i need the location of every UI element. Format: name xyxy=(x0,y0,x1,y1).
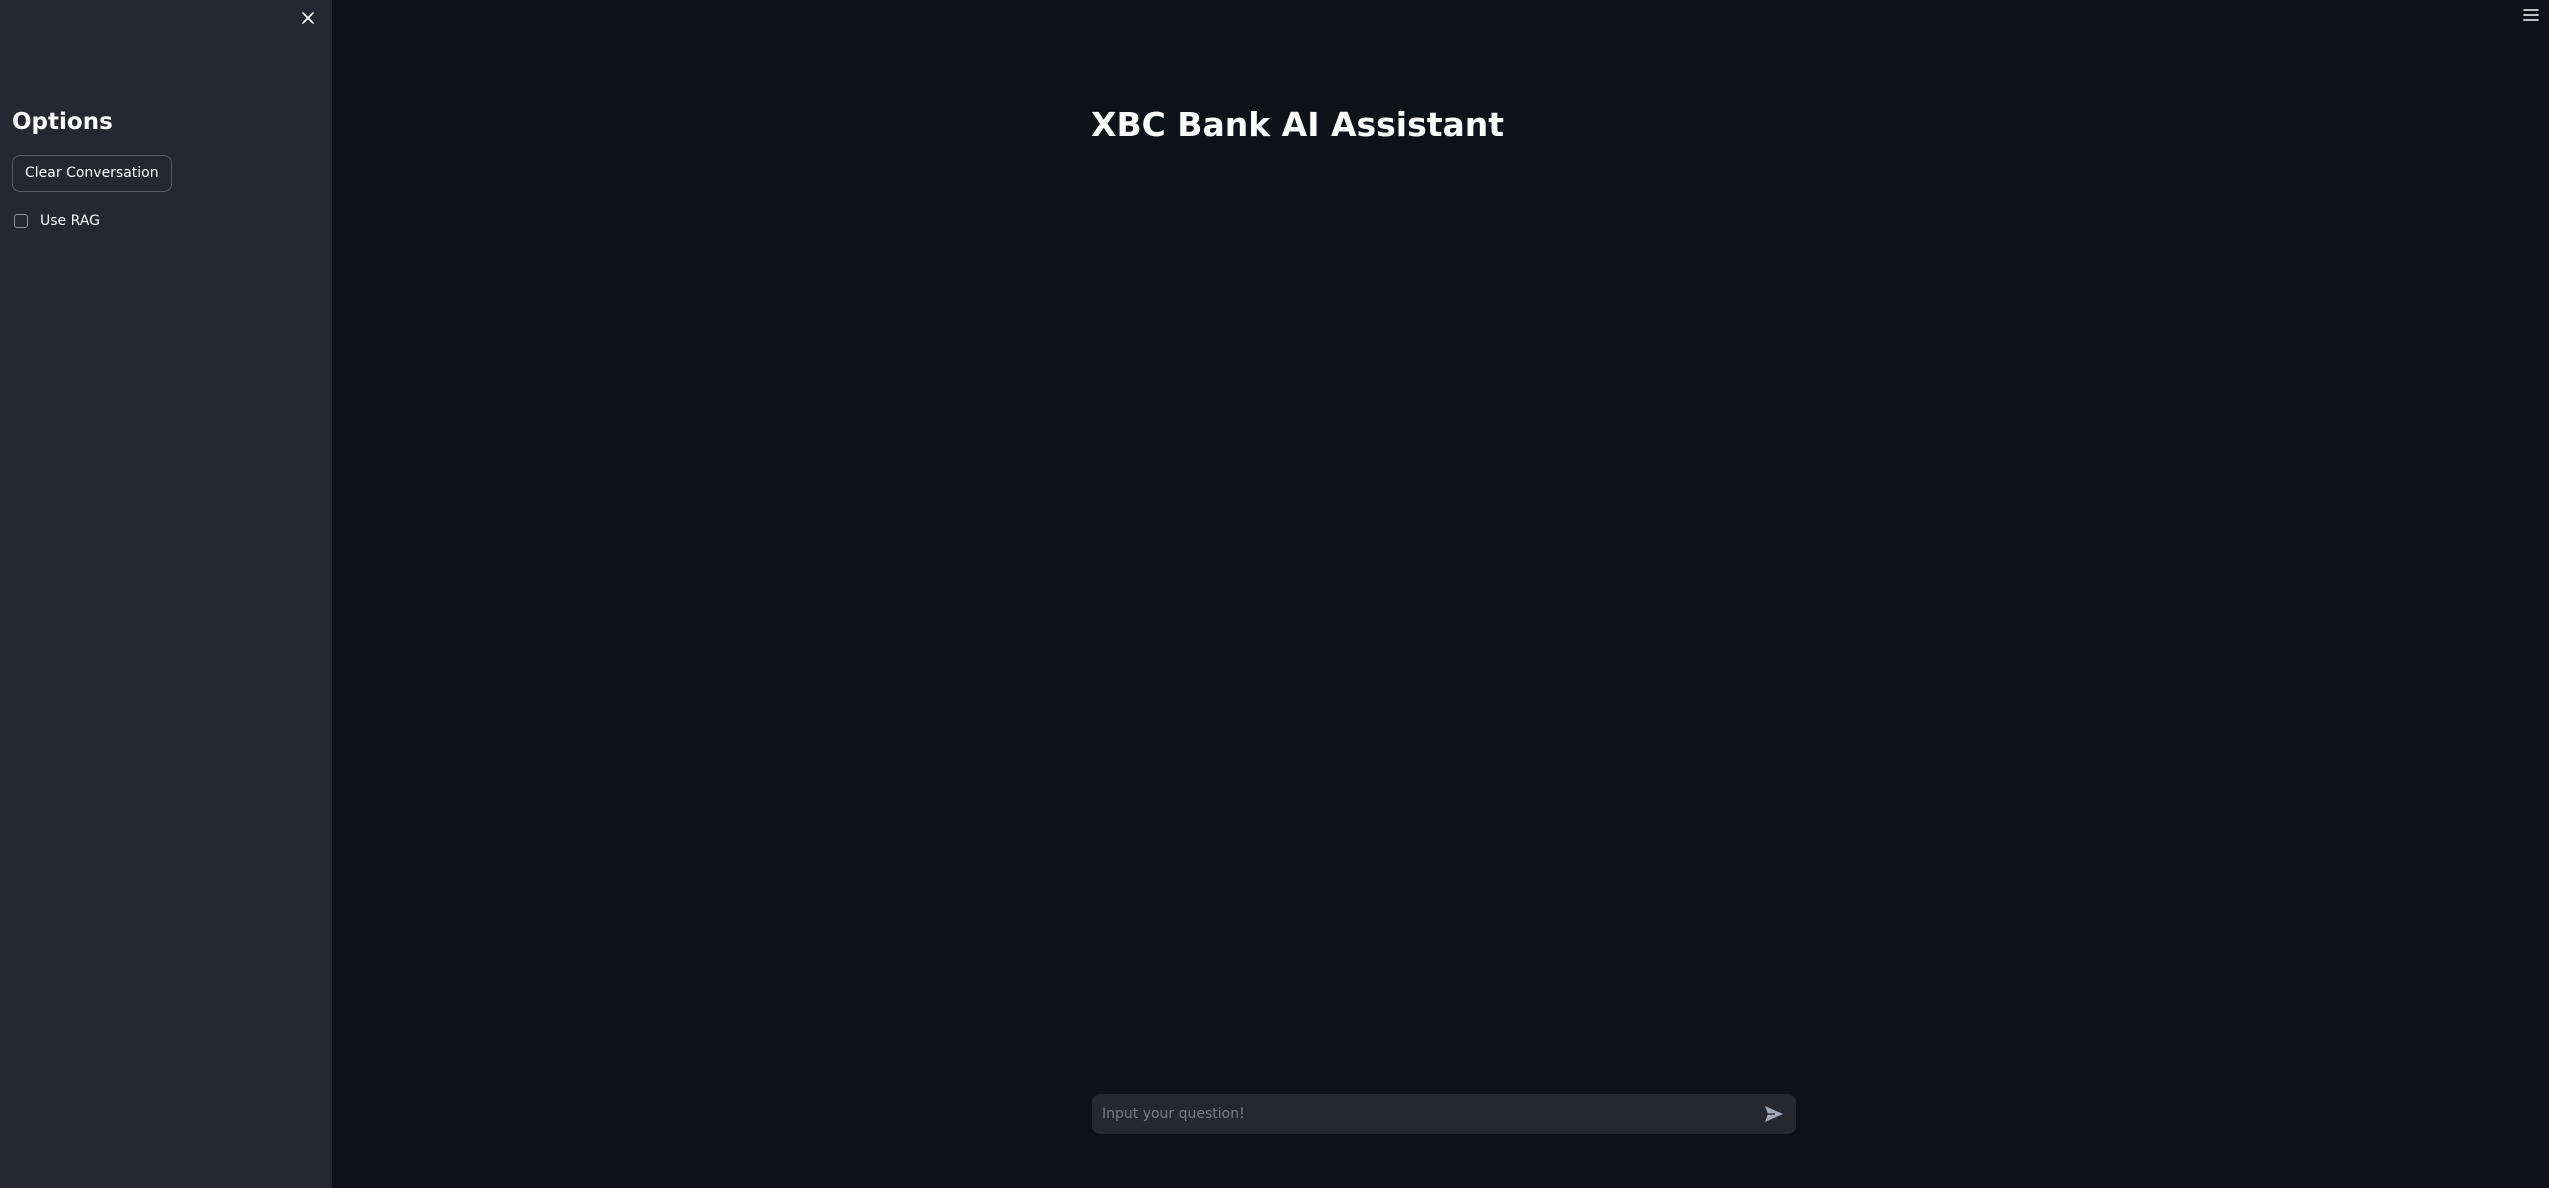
close-icon xyxy=(302,12,314,24)
page-title: XBC Bank AI Assistant xyxy=(1091,105,1505,144)
chat-input[interactable] xyxy=(1092,1094,1732,1134)
sidebar-close-button[interactable] xyxy=(296,6,320,30)
chat-input-container xyxy=(1092,1094,1796,1134)
clear-conversation-button[interactable]: Clear Conversation xyxy=(12,155,172,192)
send-button[interactable] xyxy=(1760,1100,1788,1128)
app-root: Options Clear Conversation Use RAG XBC B… xyxy=(0,0,2549,1188)
sidebar-title: Options xyxy=(12,109,113,135)
use-rag-label: Use RAG xyxy=(40,213,100,229)
main-menu-button[interactable] xyxy=(2520,4,2542,26)
checkbox-box[interactable] xyxy=(14,214,28,228)
use-rag-checkbox[interactable]: Use RAG xyxy=(14,211,100,231)
send-icon xyxy=(1765,1106,1783,1122)
main-content xyxy=(332,0,2549,1188)
hamburger-menu-icon xyxy=(2523,9,2539,21)
sidebar: Options Clear Conversation Use RAG xyxy=(0,0,332,1188)
